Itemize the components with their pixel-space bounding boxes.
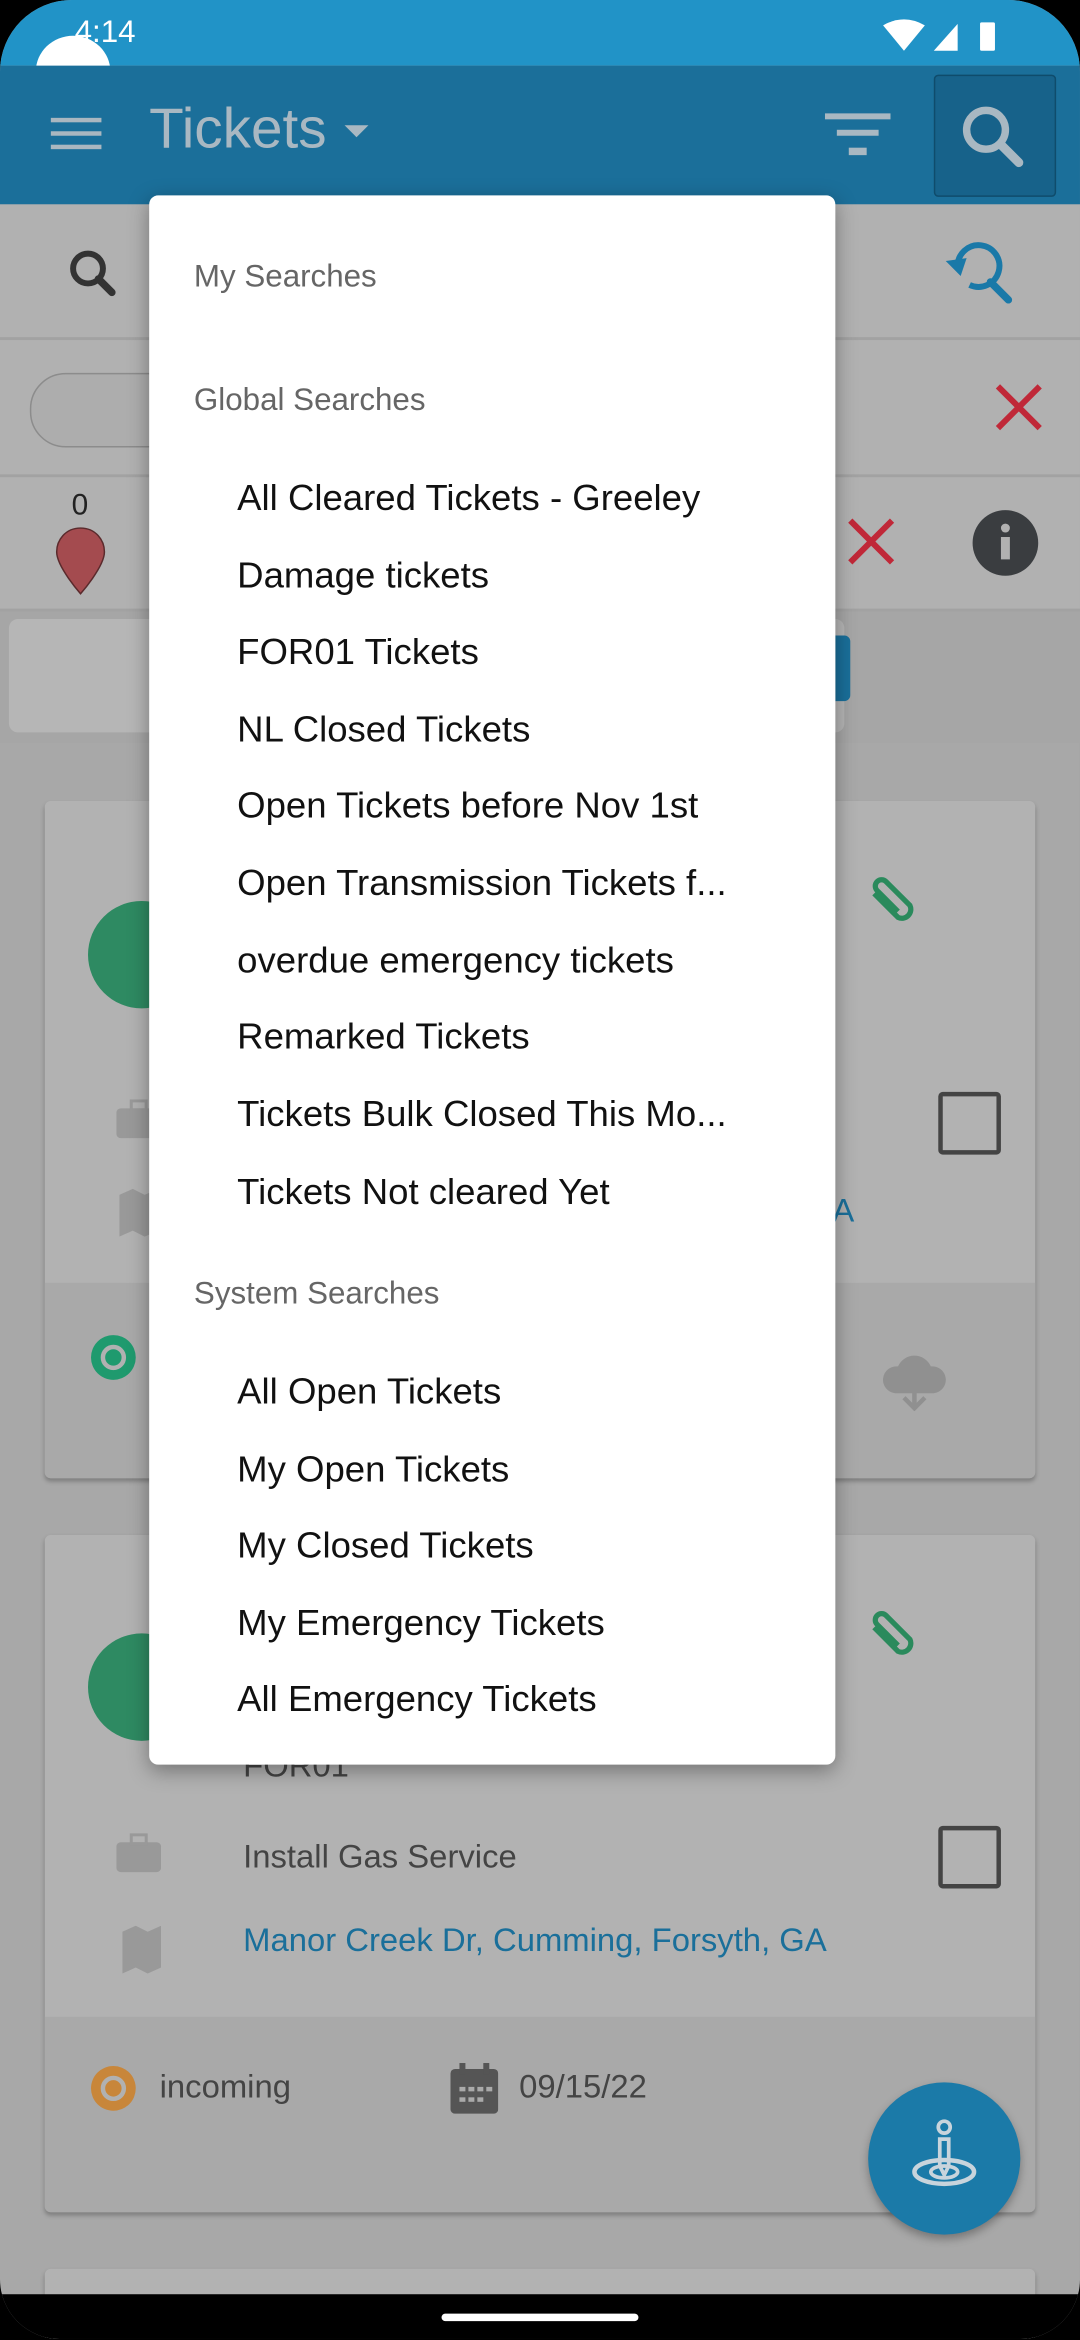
- caret-down-icon: [344, 124, 369, 137]
- menu-item[interactable]: All Open Tickets: [237, 1372, 804, 1414]
- attachment-icon[interactable]: [862, 1598, 928, 1664]
- locate-fab[interactable]: [868, 2082, 1021, 2235]
- menu-item[interactable]: All Cleared Tickets - Greeley: [237, 479, 804, 521]
- search-icon[interactable]: [63, 243, 123, 303]
- menu-item[interactable]: Tickets Not cleared Yet: [237, 1172, 804, 1214]
- segment-accent: [835, 635, 851, 702]
- home-handle[interactable]: [441, 2313, 639, 2322]
- address-link[interactable]: Manor Creek Dr, Cumming, Forsyth, GA: [243, 1921, 827, 1960]
- menu-item[interactable]: My Emergency Tickets: [237, 1604, 804, 1646]
- wifi-icon: [883, 19, 925, 51]
- menu-item[interactable]: Damage tickets: [237, 556, 804, 598]
- map-pin-icon[interactable]: [54, 525, 108, 597]
- select-checkbox[interactable]: [938, 1825, 1001, 1889]
- navigation-bar: [0, 2294, 1080, 2339]
- menu-item[interactable]: FOR01 Tickets: [237, 632, 804, 674]
- cloud-download-icon[interactable]: [880, 1348, 949, 1412]
- page-title: Tickets: [149, 98, 327, 162]
- menu-item[interactable]: overdue emergency tickets: [237, 941, 804, 983]
- screen: 4:14 Tickets 0 A FOR01 Install Gas Servi…: [0, 0, 1080, 2339]
- menu-icon[interactable]: [50, 116, 105, 152]
- info-icon[interactable]: [971, 509, 1040, 578]
- battery-icon: [980, 22, 995, 51]
- status-label: incoming: [159, 2067, 291, 2105]
- title-dropdown[interactable]: Tickets: [149, 98, 383, 162]
- menu-item[interactable]: My Open Tickets: [237, 1450, 804, 1492]
- my-searches-header: My Searches: [193, 259, 377, 294]
- search-icon: [962, 106, 1024, 168]
- menu-item[interactable]: Open Transmission Tickets f...: [237, 864, 804, 906]
- signal-icon: [933, 23, 958, 51]
- menu-item[interactable]: Open Tickets before Nov 1st: [237, 786, 804, 828]
- menu-item[interactable]: Remarked Tickets: [237, 1017, 804, 1059]
- saved-searches-menu: My Searches Global Searches All Cleared …: [149, 195, 836, 1765]
- attachment-icon[interactable]: [862, 864, 928, 930]
- calendar-icon: [450, 2063, 499, 2114]
- search-button[interactable]: [933, 74, 1057, 197]
- map-icon: [122, 1925, 162, 1974]
- address-link[interactable]: A: [832, 1192, 854, 1231]
- menu-item[interactable]: My Closed Tickets: [237, 1526, 804, 1568]
- filter-icon[interactable]: [824, 110, 891, 158]
- app-bar: Tickets: [0, 65, 1080, 205]
- menu-item[interactable]: All Emergency Tickets: [237, 1680, 804, 1722]
- ticket-date: 09/15/22: [519, 2067, 647, 2105]
- status-icon: [90, 2066, 136, 2111]
- work-type: Install Gas Service: [243, 1837, 517, 1876]
- select-checkbox[interactable]: [938, 1091, 1001, 1155]
- refresh-search-icon[interactable]: [940, 234, 1024, 309]
- system-searches-header: System Searches: [193, 1276, 440, 1312]
- menu-item[interactable]: Tickets Bulk Closed This Mo...: [237, 1095, 804, 1137]
- location-person-icon: [912, 2119, 977, 2187]
- marker-count: 0: [71, 489, 89, 523]
- remove-icon[interactable]: [846, 516, 897, 567]
- briefcase-icon: [116, 1833, 162, 1873]
- status-icon: [90, 1335, 136, 1380]
- clear-icon[interactable]: [993, 382, 1044, 433]
- menu-item[interactable]: NL Closed Tickets: [237, 710, 804, 752]
- status-bar: 4:14: [0, 0, 1080, 108]
- global-searches-header: Global Searches: [193, 383, 426, 418]
- status-icons: [883, 19, 995, 51]
